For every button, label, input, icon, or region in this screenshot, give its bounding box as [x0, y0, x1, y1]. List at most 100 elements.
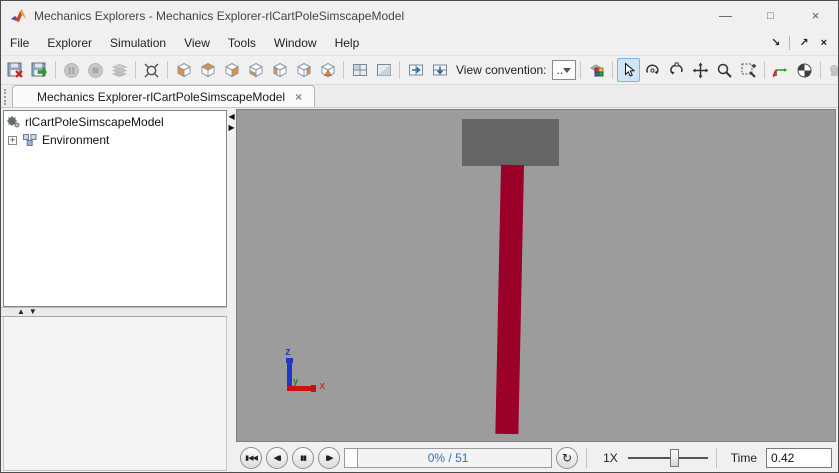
- divider: [580, 61, 581, 79]
- pole-body: [495, 165, 524, 434]
- zoom-region-button[interactable]: [737, 58, 760, 82]
- skip-to-start-button[interactable]: ▮◀◀: [240, 447, 262, 469]
- export-animation-button[interactable]: [28, 58, 51, 82]
- slider-track: [628, 457, 708, 459]
- vertical-splitter[interactable]: ◀ ▶: [227, 108, 236, 473]
- menu-bar: File Explorer Simulation View Tools Wind…: [1, 30, 838, 56]
- divider: [135, 61, 136, 79]
- time-input[interactable]: [766, 448, 832, 468]
- zoom-tool-button[interactable]: [713, 58, 736, 82]
- divider: [820, 61, 821, 79]
- view-back-button[interactable]: [196, 58, 219, 82]
- view-sphere-button[interactable]: [793, 58, 816, 82]
- tab-close-icon[interactable]: ×: [295, 90, 302, 104]
- step-back-button[interactable]: ◀▮: [266, 447, 288, 469]
- chevron-down-icon: [563, 68, 571, 73]
- select-tool-button[interactable]: [617, 58, 640, 82]
- speed-slider[interactable]: [628, 448, 708, 468]
- model-icon: [6, 115, 21, 129]
- tab-bar: Mechanics Explorer-rlCartPoleSimscapeMod…: [1, 85, 838, 108]
- tree-root-label: rlCartPoleSimscapeModel: [25, 115, 164, 129]
- menu-tools[interactable]: Tools: [219, 32, 265, 54]
- stream-results-button: [108, 58, 131, 82]
- tab-mechanics-explorer[interactable]: Mechanics Explorer-rlCartPoleSimscapeMod…: [12, 85, 315, 107]
- menu-help[interactable]: Help: [326, 32, 369, 54]
- tab-grip-handle[interactable]: [4, 89, 9, 105]
- view-left-button[interactable]: [268, 58, 291, 82]
- pan-tool-button[interactable]: [689, 58, 712, 82]
- view-right-button[interactable]: [292, 58, 315, 82]
- cube-isometric-icon: [320, 62, 336, 78]
- 3d-viewport[interactable]: z y x: [236, 109, 836, 442]
- z-axis-label: z: [285, 346, 291, 358]
- divider: [789, 36, 790, 50]
- collapse-up-icon[interactable]: ▲: [17, 308, 25, 316]
- single-pane-layout-button[interactable]: [372, 58, 395, 82]
- divider: [343, 61, 344, 79]
- pan-icon: [692, 62, 709, 79]
- tree-environment-node[interactable]: + Environment: [6, 131, 226, 149]
- window-title: Mechanics Explorers - Mechanics Explorer…: [34, 9, 703, 23]
- tree-root-node[interactable]: rlCartPoleSimscapeModel: [6, 113, 226, 131]
- roll-tool-button[interactable]: [665, 58, 688, 82]
- collapse-right-icon[interactable]: ▶: [229, 123, 235, 132]
- maximize-button[interactable]: □: [748, 1, 793, 30]
- save-animation-button[interactable]: [4, 58, 27, 82]
- matlab-logo-icon: [10, 8, 27, 23]
- stop-circle-icon: [87, 62, 104, 79]
- roll-icon: [668, 62, 685, 79]
- menu-simulation[interactable]: Simulation: [101, 32, 175, 54]
- menu-view[interactable]: View: [175, 32, 219, 54]
- split-down-button[interactable]: [428, 58, 451, 82]
- fit-to-view-button[interactable]: [140, 58, 163, 82]
- mechanics-explorer-window: Mechanics Explorers - Mechanics Explorer…: [0, 0, 839, 473]
- step-back-icon: ◀▮: [273, 454, 280, 462]
- playback-progress-slider[interactable]: 0% / 51: [344, 448, 552, 468]
- collapse-down-icon[interactable]: ▼: [29, 308, 37, 316]
- expand-plus-icon[interactable]: +: [8, 136, 17, 145]
- orbit-tool-button[interactable]: [641, 58, 664, 82]
- close-button[interactable]: ×: [793, 1, 838, 30]
- split-down-icon: [432, 62, 448, 78]
- menu-explorer[interactable]: Explorer: [38, 32, 101, 54]
- undock-icon[interactable]: ↗: [796, 35, 811, 50]
- menu-window[interactable]: Window: [265, 32, 326, 54]
- checker-sphere-icon: [796, 62, 813, 79]
- view-top-button[interactable]: [220, 58, 243, 82]
- close-figure-icon[interactable]: ×: [818, 36, 830, 50]
- divider: [586, 448, 587, 468]
- step-forward-button[interactable]: ▮▶: [318, 447, 340, 469]
- left-panel: rlCartPoleSimscapeModel + Environment ▲ …: [1, 108, 227, 473]
- dock-icon[interactable]: ↘: [768, 35, 783, 50]
- frame-triad-icon: [772, 62, 789, 79]
- skip-start-icon: ▮◀◀: [245, 454, 257, 462]
- stop-simulation-button: [84, 58, 107, 82]
- progress-handle[interactable]: [345, 449, 358, 467]
- camera-manager-button: [825, 58, 839, 82]
- view-front-button[interactable]: [172, 58, 195, 82]
- x-axis-label: x: [319, 380, 325, 392]
- cursor-icon: [621, 62, 637, 78]
- divider: [612, 61, 613, 79]
- horizontal-splitter[interactable]: ▲ ▼: [1, 307, 227, 317]
- menu-file[interactable]: File: [1, 32, 38, 54]
- pause-button[interactable]: ▮▮: [292, 447, 314, 469]
- minimize-button[interactable]: —: [703, 1, 748, 30]
- scene-color-button[interactable]: [585, 58, 608, 82]
- tab-label: Mechanics Explorer-rlCartPoleSimscapeMod…: [37, 90, 285, 104]
- split-right-button[interactable]: [404, 58, 427, 82]
- loop-button[interactable]: ↻: [556, 447, 578, 469]
- four-pane-layout-button[interactable]: [348, 58, 371, 82]
- scene-color-icon: [589, 62, 605, 78]
- show-frames-button[interactable]: [769, 58, 792, 82]
- cube-front-icon: [176, 62, 192, 78]
- four-pane-icon: [352, 62, 368, 78]
- split-right-icon: [408, 62, 424, 78]
- view-isometric-button[interactable]: [316, 58, 339, 82]
- view-convention-select[interactable]: ..: [552, 60, 577, 80]
- loop-icon: ↻: [562, 451, 572, 465]
- step-forward-icon: ▮▶: [325, 454, 332, 462]
- collapse-left-icon[interactable]: ◀: [229, 112, 235, 121]
- slider-knob[interactable]: [670, 449, 679, 467]
- view-bottom-button[interactable]: [244, 58, 267, 82]
